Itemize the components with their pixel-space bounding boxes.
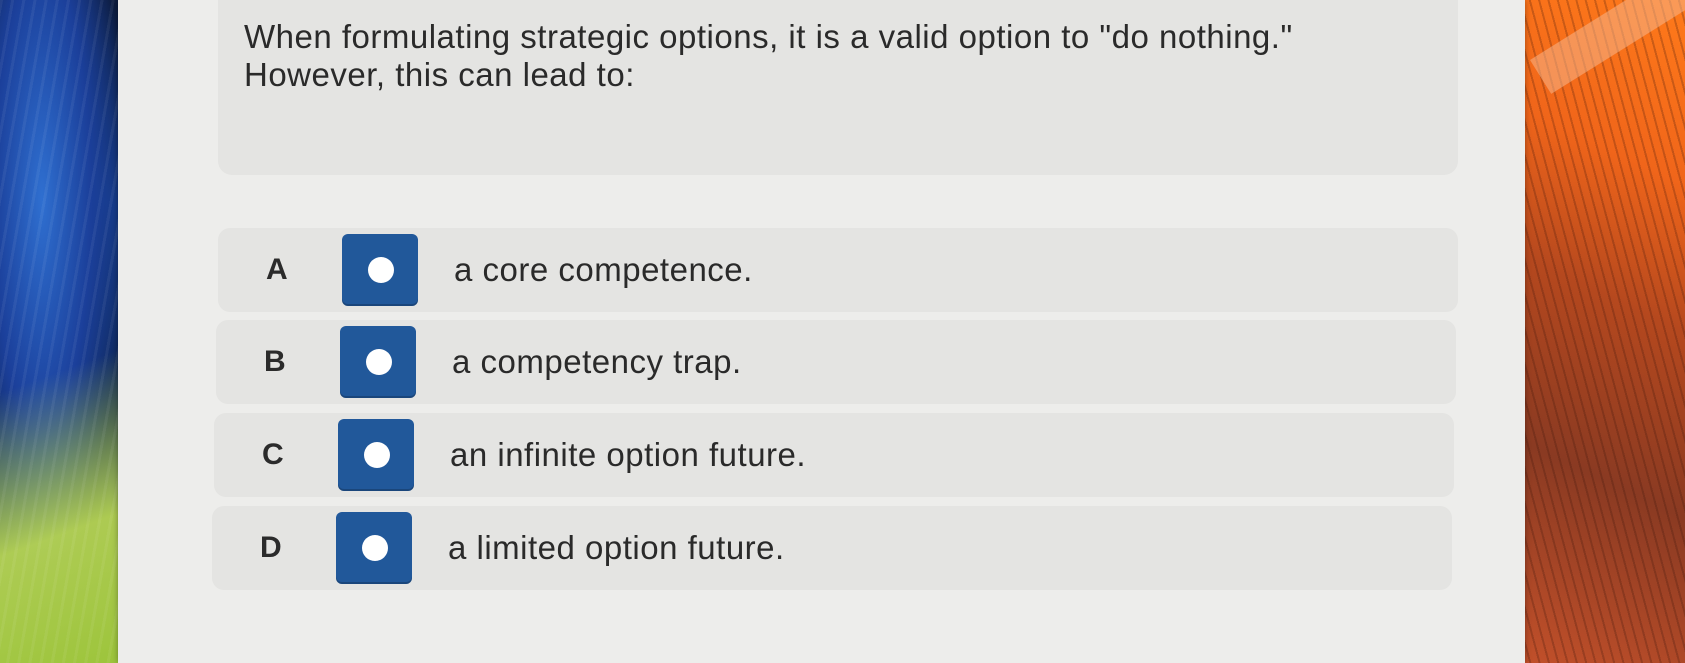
option-letter: A [266, 253, 288, 286]
option-row-b[interactable]: B a competency trap. [216, 320, 1456, 404]
radio-button-b[interactable] [340, 326, 416, 398]
radio-circle-icon [362, 535, 388, 561]
radio-circle-icon [368, 257, 394, 283]
option-row-d[interactable]: D a limited option future. [212, 506, 1452, 590]
option-label[interactable]: a core competence. [454, 228, 753, 312]
option-label[interactable]: an infinite option future. [450, 413, 806, 497]
radio-button-d[interactable] [336, 512, 412, 584]
option-label[interactable]: a limited option future. [448, 506, 785, 590]
radio-circle-icon [366, 349, 392, 375]
screen: When formulating strategic options, it i… [0, 0, 1685, 663]
radio-button-c[interactable] [338, 419, 414, 491]
desktop-wallpaper-right [1520, 0, 1685, 663]
option-letter: D [260, 531, 282, 564]
option-letter: B [264, 345, 286, 378]
option-label[interactable]: a competency trap. [452, 320, 742, 404]
option-letter: C [262, 438, 284, 471]
radio-button-a[interactable] [342, 234, 418, 306]
quiz-panel: When formulating strategic options, it i… [118, 0, 1525, 663]
question-text: When formulating strategic options, it i… [244, 18, 1293, 93]
option-row-a[interactable]: A a core competence. [218, 228, 1458, 312]
radio-circle-icon [364, 442, 390, 468]
option-row-c[interactable]: C an infinite option future. [214, 413, 1454, 497]
